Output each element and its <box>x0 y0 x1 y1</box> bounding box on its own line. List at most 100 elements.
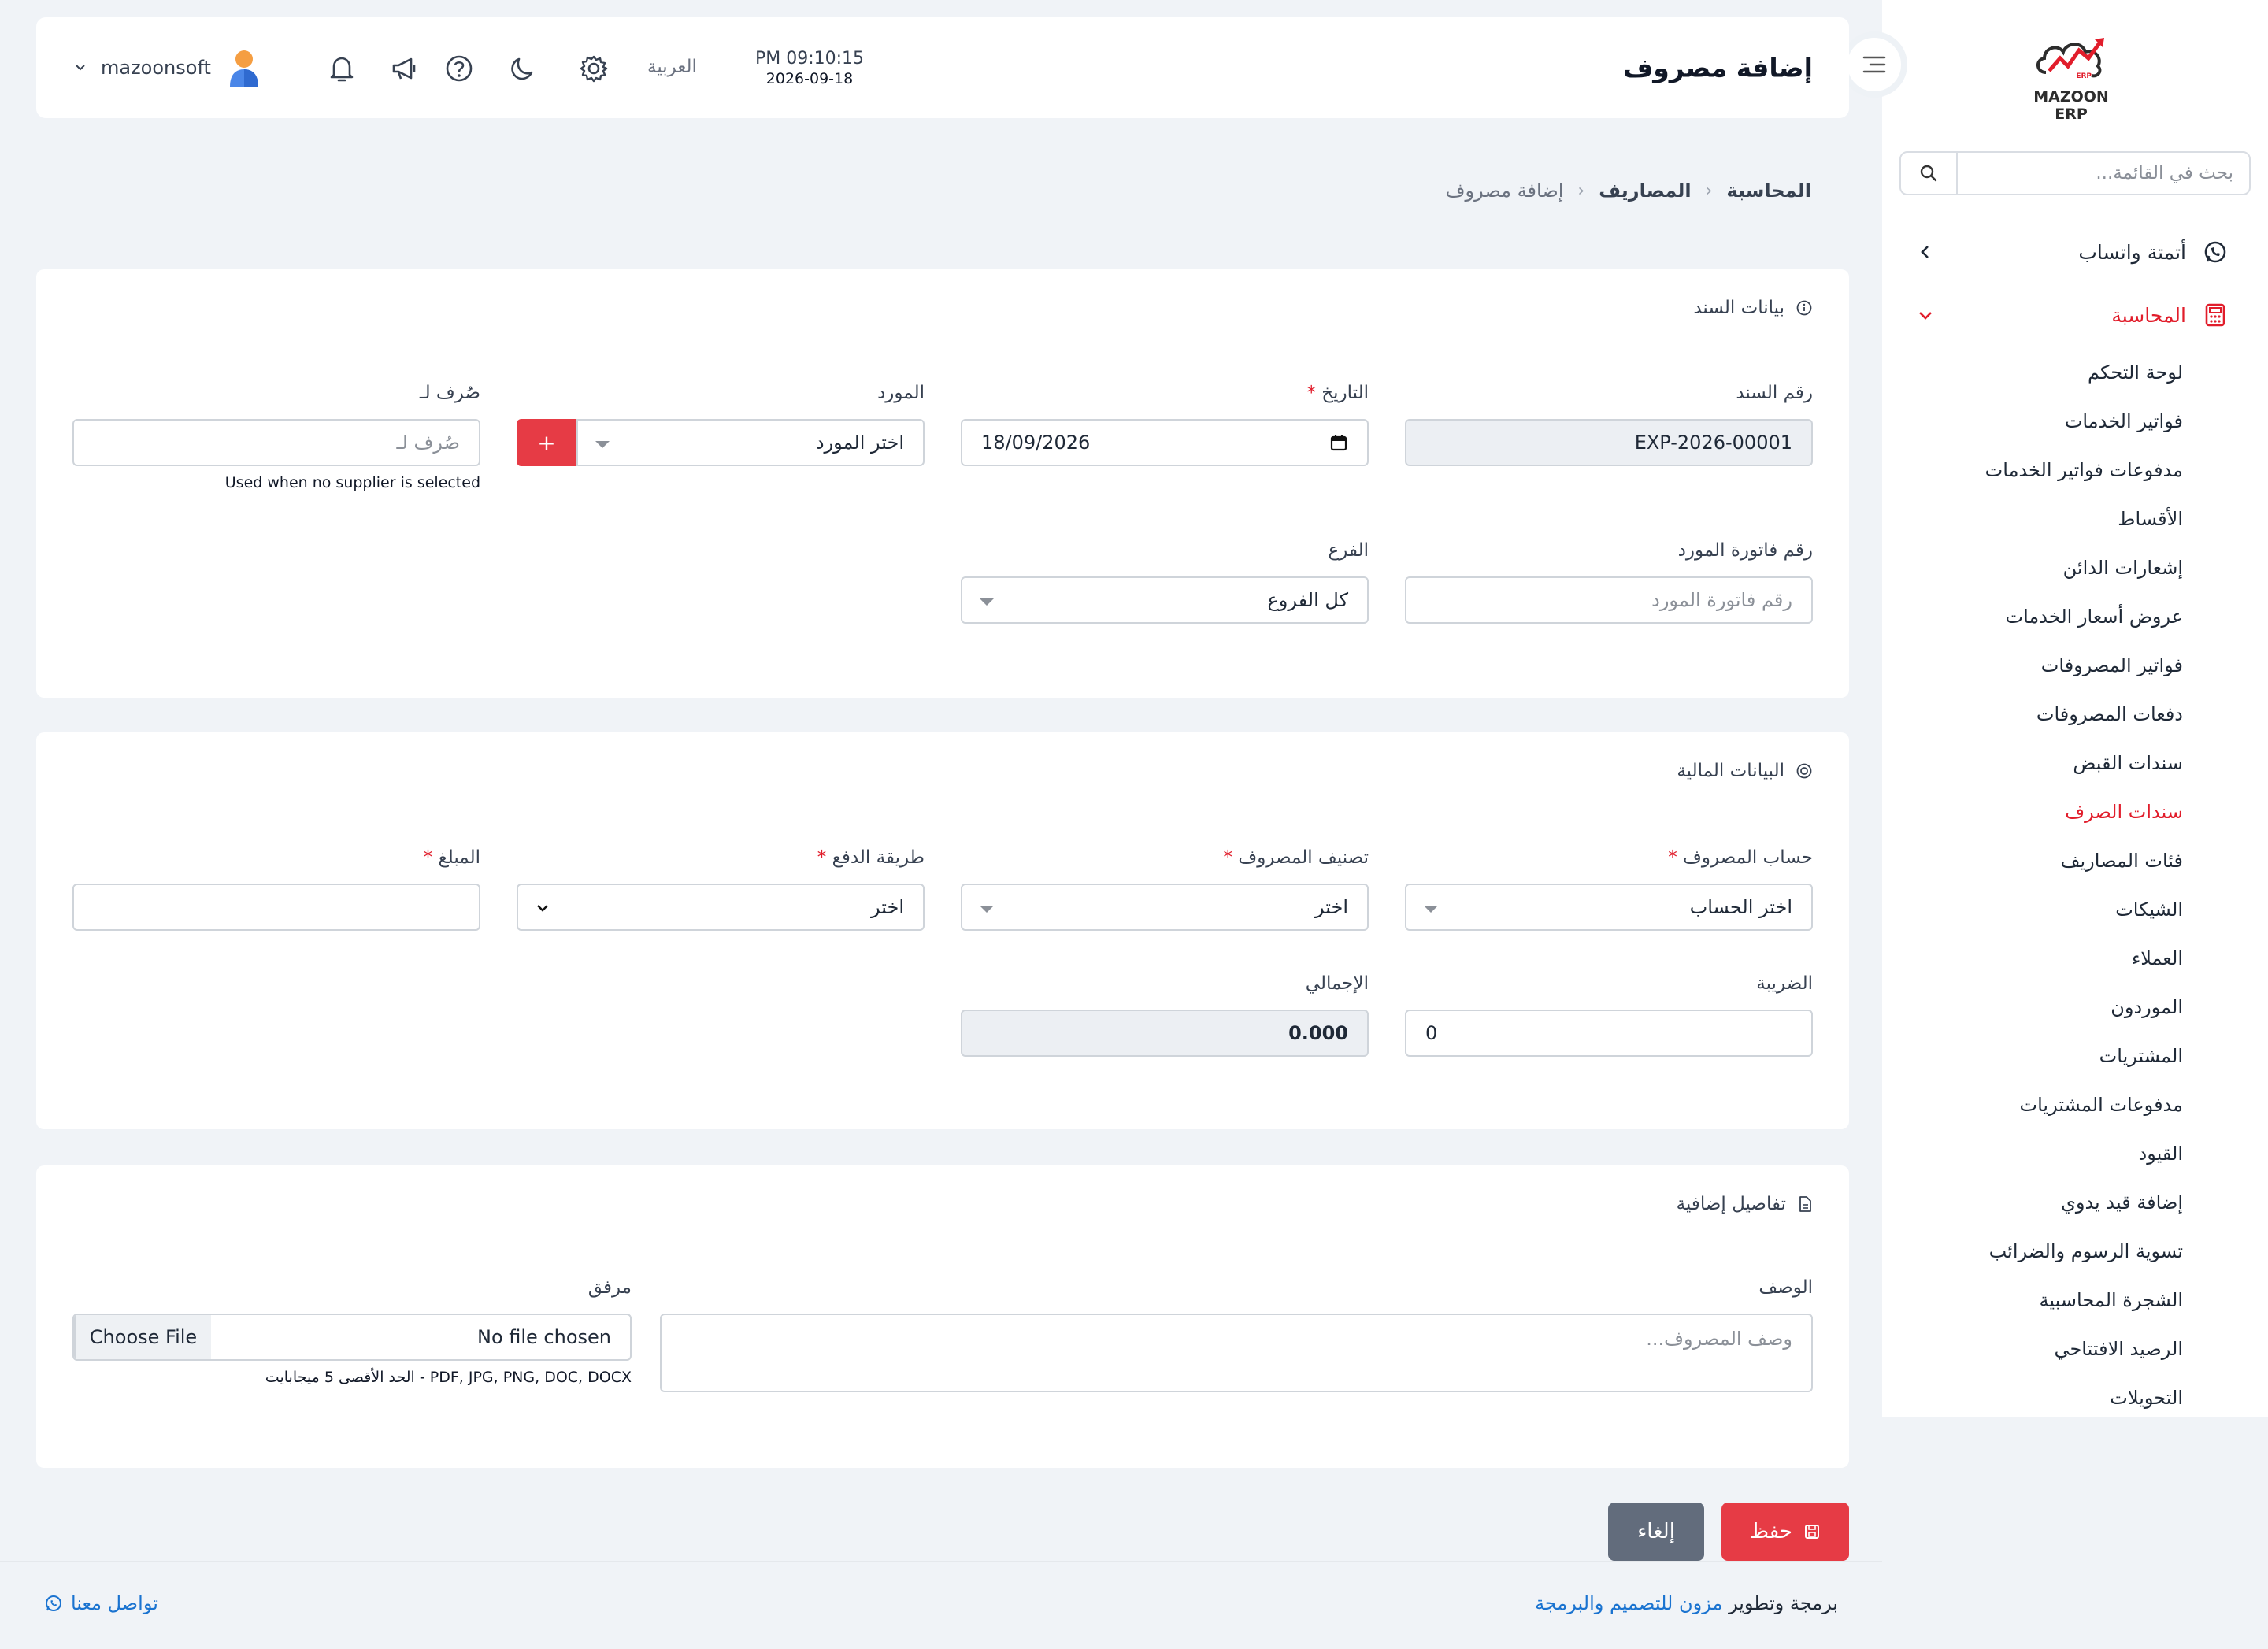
add-supplier-button[interactable]: + <box>517 419 576 466</box>
attachment-hint: PDF, JPG, PNG, DOC, DOCX - الحد الأقصى 5… <box>265 1369 632 1386</box>
voucher-number-input[interactable]: EXP-2026-00001 <box>1405 419 1813 466</box>
field-label: صُرف لـ <box>419 383 480 403</box>
attachment-field: مرفق Choose File No file chosen PDF, JPG… <box>72 1274 632 1386</box>
caret-down-icon <box>980 598 994 606</box>
chevron-down-icon <box>537 905 548 912</box>
sidebar-item-receipt-vouchers[interactable]: سندات القبض <box>1899 747 2183 795</box>
expense-account-select[interactable]: اختر الحساب <box>1405 884 1813 931</box>
sidebar-item-chart-of-accounts[interactable]: الشجرة المحاسبية <box>1899 1284 2183 1332</box>
extra-details-card: تفاصيل إضافية الوصف وصف المصروف... مرفق … <box>36 1165 1849 1468</box>
amount-input[interactable] <box>72 884 480 931</box>
sidebar-item-installments[interactable]: الأقساط <box>1899 502 2183 551</box>
voucher-card: بيانات السند رقم السند EXP-2026-00001 ال… <box>36 269 1849 698</box>
moon-icon[interactable] <box>506 52 539 85</box>
field-label: رقم فاتورة المورد <box>1677 540 1813 561</box>
description-textarea[interactable]: وصف المصروف... <box>660 1314 1813 1392</box>
sidebar-item-cheques[interactable]: الشيكات <box>1899 893 2183 942</box>
date-input[interactable]: 18/09/2026 <box>961 419 1369 466</box>
choose-file-button[interactable]: Choose File <box>74 1315 211 1359</box>
sidebar-item-purchases[interactable]: المشتريات <box>1899 1039 2183 1088</box>
sidebar-item-credit-notes[interactable]: إشعارات الدائن <box>1899 551 2183 600</box>
chevron-left-icon <box>1914 243 1937 261</box>
sidebar-item-customers[interactable]: العملاء <box>1899 942 2183 991</box>
sidebar-item-purchase-payments[interactable]: مدفوعات المشتريات <box>1899 1088 2183 1137</box>
logo-sub-text: ERP <box>2076 72 2092 80</box>
logo-mark-icon <box>2036 38 2104 78</box>
sidebar-item-payment-vouchers[interactable]: سندات الصرف <box>1899 795 2183 844</box>
expense-category-value: اختر <box>1315 896 1348 918</box>
paid-to-input[interactable]: صُرف لـ <box>72 419 480 466</box>
sidebar-item-expense-invoices[interactable]: فواتير المصروفات <box>1899 649 2183 698</box>
field-label: رقم السند <box>1736 383 1813 403</box>
attachment-input[interactable]: Choose File No file chosen <box>72 1314 632 1361</box>
description-field: الوصف وصف المصروف... <box>660 1274 1813 1392</box>
sidebar-item-dashboard[interactable]: لوحة التحكم <box>1899 356 2183 405</box>
field-label: حساب المصروف * <box>1668 847 1813 868</box>
supplier-select[interactable]: اختر المورد <box>576 419 925 466</box>
field-label: تصنيف المصروف * <box>1223 847 1369 868</box>
expense-account-field: حساب المصروف * اختر الحساب <box>1405 844 1813 931</box>
sidebar-item-suppliers[interactable]: الموردون <box>1899 991 2183 1039</box>
chevron-left-icon: ‹ <box>1577 180 1585 201</box>
card-title: تفاصيل إضافية <box>1676 1194 1786 1214</box>
tax-field: الضريبة 0 <box>1405 970 1813 1057</box>
calendar-icon[interactable] <box>1329 433 1348 452</box>
menu-group-accounting[interactable]: المحاسبة <box>1914 298 2229 332</box>
sidebar-item-journal-entries[interactable]: القيود <box>1899 1137 2183 1186</box>
paid-to-field: صُرف لـ صُرف لـ Used when no supplier is… <box>72 380 480 491</box>
footer-credit: برمجة وتطوير مزون للتصميم والبرمجة <box>1535 1592 1838 1614</box>
contact-label: تواصل معنا <box>71 1592 158 1614</box>
sidebar-item-service-invoices[interactable]: فواتير الخدمات <box>1899 405 2183 454</box>
clock-time: PM 09:10:15 <box>754 49 865 69</box>
supplier-control: + اختر المورد <box>517 419 925 466</box>
date-value: 18/09/2026 <box>981 432 1091 454</box>
total-display: 0.000 <box>961 1010 1369 1057</box>
footer-divider <box>0 1561 1882 1562</box>
breadcrumb-parent[interactable]: المصاريف <box>1599 180 1691 202</box>
supplier-select-value: اختر المورد <box>815 432 904 454</box>
supplier-invoice-input[interactable]: رقم فاتورة المورد <box>1405 576 1813 624</box>
menu-group-whatsapp[interactable]: أتمتة واتساب <box>1914 235 2229 269</box>
page-title: إضافة مصروف <box>1622 52 1813 83</box>
sidebar-item-service-invoice-payments[interactable]: مدفوعات فواتير الخدمات <box>1899 454 2183 502</box>
tax-input[interactable]: 0 <box>1405 1010 1813 1057</box>
branch-select[interactable]: كل الفروع <box>961 576 1369 624</box>
megaphone-icon[interactable] <box>387 52 421 85</box>
bell-icon[interactable] <box>325 52 358 85</box>
sidebar-item-opening-balance[interactable]: الرصيد الافتتاحي <box>1899 1332 2183 1381</box>
breadcrumb-current: إضافة مصروف <box>1445 180 1564 202</box>
gear-icon[interactable] <box>577 52 610 85</box>
expense-category-select[interactable]: اختر <box>961 884 1369 931</box>
sidebar-item-expense-categories[interactable]: فئات المصاريف <box>1899 844 2183 893</box>
save-button[interactable]: حفظ <box>1721 1503 1849 1561</box>
breadcrumb-root[interactable]: المحاسبة <box>1726 180 1811 202</box>
accounting-submenu: لوحة التحكم فواتير الخدمات مدفوعات فواتي… <box>1899 356 2183 1430</box>
field-label: الإجمالي <box>1305 973 1369 994</box>
sidebar-item-expense-payments[interactable]: دفعات المصروفات <box>1899 698 2183 747</box>
payment-method-select[interactable]: اختر <box>517 884 925 931</box>
contact-us-link[interactable]: تواصل معنا <box>44 1592 158 1614</box>
sidebar-toggle-button[interactable] <box>1841 31 1907 98</box>
sidebar-item-transfers[interactable]: التحويلات <box>1899 1381 2183 1430</box>
avatar <box>229 50 258 87</box>
expense-category-field: تصنيف المصروف * اختر <box>961 844 1369 931</box>
caret-down-icon <box>595 441 610 448</box>
sidebar-item-service-quotes[interactable]: عروض أسعار الخدمات <box>1899 600 2183 649</box>
language-switcher[interactable]: العربية <box>647 57 697 77</box>
whatsapp-icon <box>2202 239 2229 265</box>
sidebar-item-fees-taxes-settlement[interactable]: تسوية الرسوم والضرائب <box>1899 1235 2183 1284</box>
user-menu[interactable]: mazoonsoft <box>74 49 263 87</box>
date-field: التاريخ * 18/09/2026 <box>961 380 1369 466</box>
search-icon[interactable] <box>1901 153 1958 194</box>
cancel-button[interactable]: إلغاء <box>1608 1503 1704 1561</box>
app-logo[interactable]: MAZOON ERP ERP <box>2016 31 2126 123</box>
sidebar-search-input[interactable] <box>1958 154 2249 193</box>
field-label: التاريخ * <box>1306 383 1369 403</box>
help-icon[interactable] <box>443 52 476 85</box>
footer-credit-link[interactable]: مزون للتصميم والبرمجة <box>1535 1592 1722 1614</box>
field-label: المورد <box>877 383 925 403</box>
supplier-invoice-field: رقم فاتورة المورد رقم فاتورة المورد <box>1405 537 1813 624</box>
sidebar-item-add-manual-entry[interactable]: إضافة قيد يدوي <box>1899 1186 2183 1235</box>
field-label: المبلغ * <box>423 847 480 868</box>
document-icon <box>1799 1196 1811 1212</box>
